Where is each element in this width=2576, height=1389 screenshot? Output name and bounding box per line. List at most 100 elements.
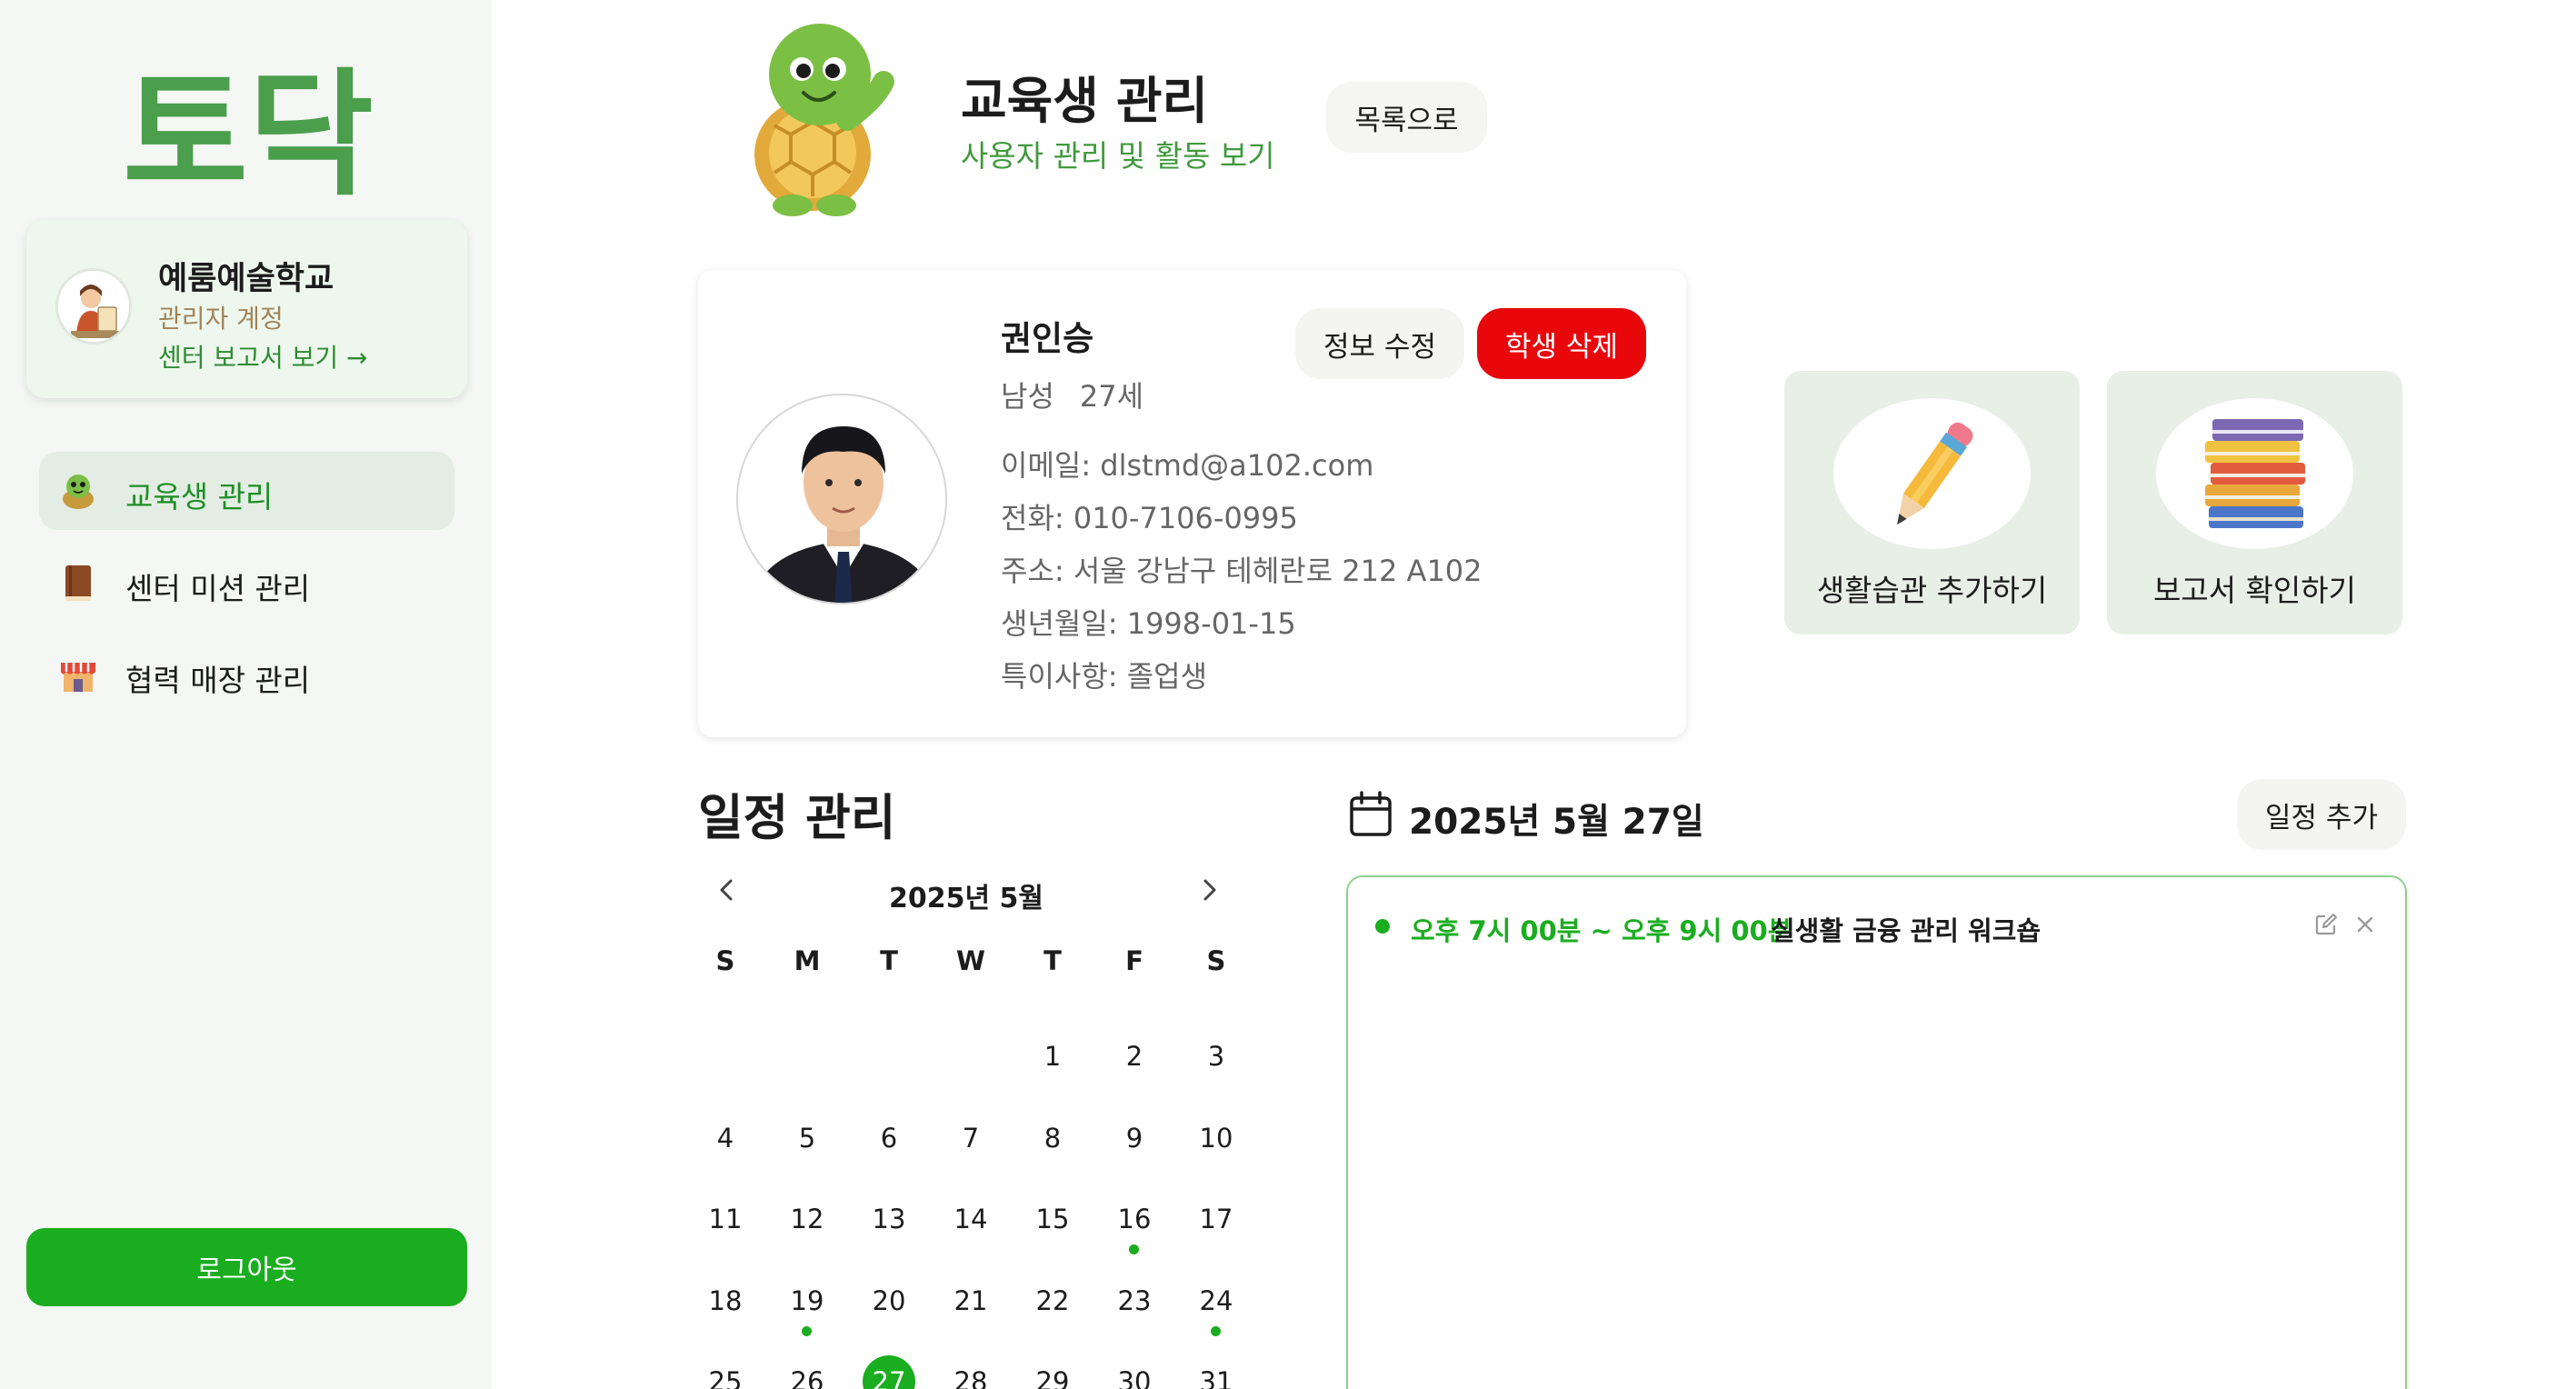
back-to-list-button[interactable]: 목록으로 <box>1326 82 1487 153</box>
calendar-day-number: 12 <box>790 1204 824 1234</box>
book-icon <box>65 565 91 601</box>
calendar-day-selected[interactable]: 27 <box>848 1354 930 1389</box>
calendar-day[interactable]: 5 <box>766 1110 848 1166</box>
sidebar-item-center-missions[interactable]: 센터 미션 관리 <box>39 544 454 622</box>
calendar-day-number: 9 <box>1125 1122 1143 1154</box>
calendar-day[interactable]: 3 <box>1175 1028 1257 1084</box>
calendar-day-number: 7 <box>962 1122 980 1154</box>
brand-logo[interactable]: 토닥 <box>107 55 389 195</box>
store-icon <box>61 663 95 692</box>
schedule-list: 오후 7시 00분 ~ 오후 9시 00분 실생활 금융 관리 워크숍 <box>1346 875 2407 1389</box>
calendar-day[interactable]: 16 <box>1093 1191 1175 1254</box>
event-time: 오후 7시 00분 ~ 오후 9시 00분 <box>1411 915 1792 946</box>
calendar-day-number: 17 <box>1199 1204 1233 1234</box>
calendar-day[interactable]: 10 <box>1175 1110 1257 1166</box>
calendar-day[interactable]: 7 <box>930 1110 1012 1166</box>
calendar-day[interactable]: 1 <box>1012 1028 1093 1084</box>
event-status-dot <box>1375 919 1390 934</box>
student-gender: 남성 <box>1001 379 1054 414</box>
calendar-day[interactable]: 26 <box>766 1354 848 1389</box>
calendar-day-number: 24 <box>1199 1284 1233 1316</box>
selected-date-heading: 2025년 5월 27일 <box>1409 802 1704 843</box>
calendar-day-number: 19 <box>790 1284 824 1316</box>
student-photo <box>736 394 947 605</box>
calendar-day-number: 27 <box>863 1355 915 1389</box>
weekday-header: F <box>1125 945 1143 976</box>
calendar-day[interactable]: 4 <box>684 1110 766 1166</box>
calendar-day[interactable]: 15 <box>1012 1191 1093 1247</box>
calendar-day[interactable]: 21 <box>930 1273 1012 1329</box>
calendar-day-number: 3 <box>1207 1041 1225 1072</box>
delete-student-button[interactable]: 학생 삭제 <box>1477 308 1646 379</box>
close-icon[interactable] <box>2354 914 2376 935</box>
calendar-month-label: 2025년 5월 <box>888 883 1043 914</box>
event-indicator-dot <box>1129 1244 1139 1254</box>
calendar-day-number: 25 <box>708 1366 743 1389</box>
sidebar-item-student-management[interactable]: 교육생 관리 <box>39 452 454 530</box>
calendar-day[interactable]: 2 <box>1093 1028 1175 1084</box>
student-phone: 전화: 010-7106-0995 <box>1001 501 1298 535</box>
center-report-link[interactable]: 센터 보고서 보기 → <box>158 338 367 375</box>
calendar-day[interactable]: 17 <box>1175 1191 1257 1247</box>
calendar-day-number: 26 <box>790 1366 824 1389</box>
school-card: 예룸예술학교 관리자 계정 센터 보고서 보기 → <box>26 220 467 398</box>
calendar-day-number: 30 <box>1117 1366 1152 1389</box>
chevron-right-icon[interactable] <box>1196 877 1222 903</box>
calendar-day[interactable]: 14 <box>930 1191 1012 1247</box>
page-subtitle: 사용자 관리 및 활동 보기 <box>961 138 1275 174</box>
sidebar-item-label: 협력 매장 관리 <box>125 663 311 698</box>
calendar-day[interactable]: 20 <box>848 1273 930 1329</box>
tile-icon-circle <box>2156 398 2353 549</box>
calendar-day[interactable]: 23 <box>1093 1273 1175 1329</box>
chevron-left-icon[interactable] <box>714 877 740 903</box>
calendar-day-number: 29 <box>1035 1366 1070 1389</box>
sidebar: 토닥 예룸예술학교 관리자 계정 센터 보고서 보기 → 교육생 관리 센터 미… <box>0 0 492 1389</box>
calendar-day-number: 13 <box>872 1204 906 1234</box>
calendar-day[interactable]: 28 <box>930 1354 1012 1389</box>
calendar-day[interactable]: 6 <box>848 1110 930 1166</box>
student-email: 이메일: dlstmd@a102.com <box>1001 448 1374 483</box>
calendar-day[interactable]: 29 <box>1012 1354 1093 1389</box>
calendar-day-number: 22 <box>1035 1284 1070 1316</box>
calendar-day[interactable]: 25 <box>684 1354 766 1389</box>
edit-info-button[interactable]: 정보 수정 <box>1295 308 1464 379</box>
sidebar-item-partner-stores[interactable]: 협력 매장 관리 <box>39 635 454 714</box>
schedule-section-title: 일정 관리 <box>698 789 896 846</box>
calendar-day[interactable]: 13 <box>848 1191 930 1247</box>
calendar-day[interactable]: 22 <box>1012 1273 1093 1329</box>
calendar-day[interactable]: 19 <box>766 1273 848 1336</box>
weekday-header: M <box>794 945 821 976</box>
view-report-label: 보고서 확인하기 <box>2152 573 2356 608</box>
edit-icon[interactable] <box>2313 912 2339 937</box>
svg-text:토닥: 토닥 <box>123 56 374 195</box>
weekday-header: T <box>1043 945 1062 976</box>
event-indicator-dot <box>802 1325 812 1336</box>
calendar-day[interactable]: 31 <box>1175 1354 1257 1389</box>
student-name: 권인승 <box>1001 319 1094 358</box>
calendar-day[interactable]: 8 <box>1012 1110 1093 1166</box>
calendar-day[interactable]: 11 <box>684 1191 766 1247</box>
calendar-icon <box>1350 791 1392 836</box>
calendar-day-number: 15 <box>1035 1204 1070 1234</box>
calendar-day-number: 28 <box>954 1366 988 1389</box>
student-age: 27세 <box>1079 379 1144 414</box>
view-report-tile[interactable]: 보고서 확인하기 <box>2107 371 2402 635</box>
calendar-day[interactable]: 12 <box>766 1191 848 1247</box>
weekday-header: W <box>956 945 985 976</box>
calendar-day[interactable]: 24 <box>1175 1273 1257 1336</box>
calendar-day[interactable]: 18 <box>684 1273 766 1329</box>
calendar-day[interactable]: 9 <box>1093 1110 1175 1166</box>
pencil-icon <box>1897 422 1973 525</box>
calendar-day[interactable]: 30 <box>1093 1354 1175 1389</box>
calendar-day-number: 1 <box>1043 1041 1062 1072</box>
tile-icon-circle <box>1833 398 2031 549</box>
turtle-icon <box>63 475 94 509</box>
logout-button[interactable]: 로그아웃 <box>26 1228 467 1306</box>
calendar-day-number: 4 <box>716 1122 734 1154</box>
calendar-day-number: 31 <box>1199 1366 1233 1389</box>
page-title: 교육생 관리 <box>961 72 1209 130</box>
add-habit-tile[interactable]: 생활습관 추가하기 <box>1784 371 2080 635</box>
weekday-header: S <box>715 945 735 976</box>
student-address: 주소: 서울 강남구 테헤란로 212 A102 <box>1001 554 1483 588</box>
add-schedule-button[interactable]: 일정 추가 <box>2237 779 2406 850</box>
